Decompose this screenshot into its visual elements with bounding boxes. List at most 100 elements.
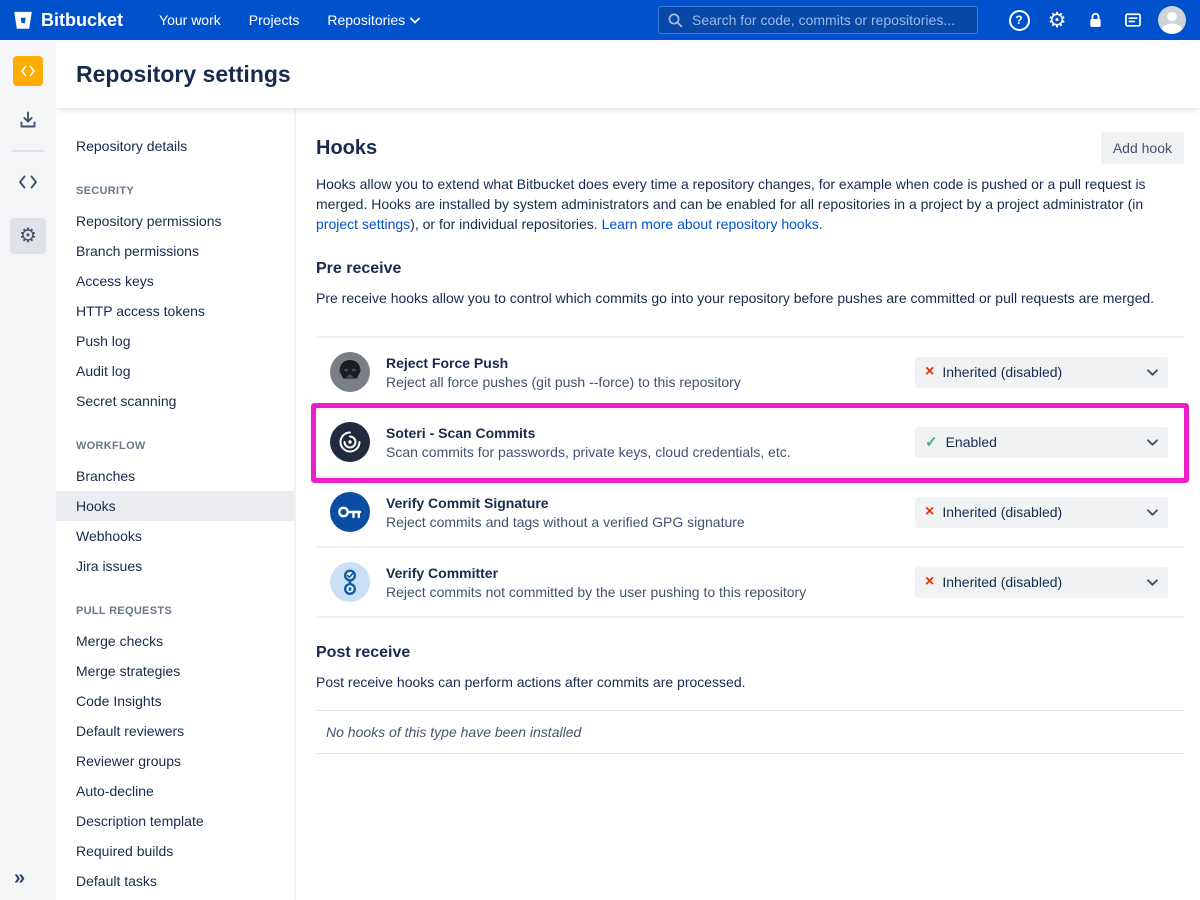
sidebar-item-branch-permissions[interactable]: Branch permissions: [56, 236, 294, 266]
bitbucket-mark-icon: [12, 8, 34, 32]
content-area: Repository details SECURITY Repository p…: [56, 108, 1200, 900]
pre-receive-hook-list: Reject Force Push Reject all force pushe…: [316, 336, 1184, 618]
status-label: Inherited (disabled): [942, 364, 1062, 380]
chevron-down-icon: [410, 17, 420, 24]
pre-receive-description: Pre receive hooks allow you to control w…: [316, 288, 1184, 308]
sidebar-item-secret-scanning[interactable]: Secret scanning: [56, 386, 294, 416]
status-select-verify-commit-signature[interactable]: × Inherited (disabled): [915, 497, 1168, 528]
hook-row-reject-force-push: Reject Force Push Reject all force pushe…: [316, 336, 1184, 408]
code-avatar-icon: [19, 62, 37, 80]
source-code-button[interactable]: [10, 164, 46, 200]
global-search[interactable]: [658, 6, 978, 34]
status-label: Inherited (disabled): [942, 504, 1062, 520]
disabled-x-icon: ×: [925, 574, 934, 590]
expand-sidebar-button[interactable]: »: [14, 868, 25, 888]
add-hook-button[interactable]: Add hook: [1101, 132, 1184, 164]
sidebar-item-repository-details[interactable]: Repository details: [56, 131, 294, 161]
sidebar-section-pull-requests: PULL REQUESTS: [56, 603, 294, 619]
gpg-key-icon: [330, 492, 370, 532]
enabled-check-icon: ✓: [925, 435, 938, 450]
nav-projects[interactable]: Projects: [249, 12, 300, 28]
status-select-verify-committer[interactable]: × Inherited (disabled): [915, 567, 1168, 598]
sidebar-item-reviewer-groups[interactable]: Reviewer groups: [56, 746, 294, 776]
hook-row-soteri-scan-commits: Soteri - Scan Commits Scan commits for p…: [316, 408, 1184, 478]
user-avatar[interactable]: [1158, 6, 1186, 34]
hook-row-verify-commit-signature: Verify Commit Signature Reject commits a…: [316, 478, 1184, 548]
top-navbar: Bitbucket Your work Projects Repositorie…: [0, 0, 1200, 40]
lock-icon: [1086, 10, 1105, 30]
hook-description: Reject all force pushes (git push --forc…: [386, 374, 741, 390]
sidebar-item-description-template[interactable]: Description template: [56, 806, 294, 836]
verify-committer-icon: [330, 562, 370, 602]
sidebar-item-http-access-tokens[interactable]: HTTP access tokens: [56, 296, 294, 326]
settings-side-nav: Repository details SECURITY Repository p…: [56, 108, 296, 900]
reject-force-push-icon: [330, 352, 370, 392]
repository-avatar[interactable]: [13, 56, 43, 86]
hooks-main-panel: Hooks Add hook Hooks allow you to extend…: [296, 108, 1200, 900]
page-header: Repository settings: [56, 40, 1200, 108]
sidebar-item-auto-decline[interactable]: Auto-decline: [56, 776, 294, 806]
status-select-soteri-scan-commits[interactable]: ✓ Enabled: [915, 427, 1168, 458]
avatar-person-icon: [1158, 6, 1186, 34]
search-input[interactable]: [690, 11, 969, 29]
sidebar-item-webhooks[interactable]: Webhooks: [56, 521, 294, 551]
soteri-logo-icon: [330, 422, 370, 462]
sidebar-item-required-builds[interactable]: Required builds: [56, 836, 294, 866]
status-label: Enabled: [946, 434, 997, 450]
feedback-icon: [1123, 11, 1143, 30]
hook-description: Scan commits for passwords, private keys…: [386, 444, 791, 460]
admin-settings-button[interactable]: ⚙: [1042, 5, 1072, 35]
hook-description: Reject commits not committed by the user…: [386, 584, 806, 600]
bitbucket-logo[interactable]: Bitbucket: [12, 8, 123, 32]
help-button[interactable]: ?: [1004, 5, 1034, 35]
hook-description: Reject commits and tags without a verifi…: [386, 514, 745, 530]
post-receive-heading: Post receive: [316, 644, 1184, 662]
sidebar-section-workflow: WORKFLOW: [56, 438, 294, 454]
hook-name: Verify Commit Signature: [386, 495, 745, 511]
repository-settings-button[interactable]: ⚙: [10, 218, 46, 254]
post-receive-empty-message: No hooks of this type have been installe…: [316, 710, 1184, 754]
status-label: Inherited (disabled): [942, 574, 1062, 590]
clone-button[interactable]: [10, 102, 46, 138]
project-settings-link[interactable]: project settings: [316, 216, 410, 232]
nav-repositories[interactable]: Repositories: [327, 12, 420, 28]
settings-gear-icon: ⚙: [19, 226, 37, 246]
sidebar-item-push-log[interactable]: Push log: [56, 326, 294, 356]
sidebar-item-merge-checks[interactable]: Merge checks: [56, 626, 294, 656]
page-title: Repository settings: [76, 61, 291, 88]
sidebar-item-repository-permissions[interactable]: Repository permissions: [56, 206, 294, 236]
disabled-x-icon: ×: [925, 364, 934, 380]
help-icon: ?: [1009, 10, 1030, 31]
pre-receive-heading: Pre receive: [316, 260, 1184, 278]
brand-name: Bitbucket: [41, 10, 123, 31]
sidebar-item-audit-log[interactable]: Audit log: [56, 356, 294, 386]
sidebar-item-access-keys[interactable]: Access keys: [56, 266, 294, 296]
sidebar-section-security: SECURITY: [56, 183, 294, 199]
sidebar-item-hooks[interactable]: Hooks: [56, 491, 294, 521]
hook-row-verify-committer: Verify Committer Reject commits not comm…: [316, 548, 1184, 618]
chevron-down-icon: [1147, 439, 1158, 446]
sidebar-item-jira-issues[interactable]: Jira issues: [56, 551, 294, 581]
navbar-menu: Your work Projects Repositories: [159, 12, 420, 28]
sidebar-item-branches[interactable]: Branches: [56, 461, 294, 491]
hook-name: Reject Force Push: [386, 355, 741, 371]
sidebar-item-default-tasks[interactable]: Default tasks: [56, 866, 294, 896]
clone-download-icon: [18, 110, 38, 130]
chevron-down-icon: [1147, 509, 1158, 516]
post-receive-description: Post receive hooks can perform actions a…: [316, 672, 1184, 692]
bitbucket-app: Bitbucket Your work Projects Repositorie…: [0, 0, 1200, 900]
sidebar-item-code-insights[interactable]: Code Insights: [56, 686, 294, 716]
admin-lock-button[interactable]: [1080, 5, 1110, 35]
hooks-heading: Hooks: [316, 137, 377, 160]
chevron-down-icon: [1147, 579, 1158, 586]
rail-divider: [12, 150, 44, 152]
feedback-button[interactable]: [1118, 5, 1148, 35]
source-code-icon: [18, 174, 38, 190]
sidebar-item-merge-strategies[interactable]: Merge strategies: [56, 656, 294, 686]
nav-your-work[interactable]: Your work: [159, 12, 221, 28]
sidebar-item-default-reviewers[interactable]: Default reviewers: [56, 716, 294, 746]
status-select-reject-force-push[interactable]: × Inherited (disabled): [915, 357, 1168, 388]
hook-name: Soteri - Scan Commits: [386, 425, 791, 441]
learn-more-link[interactable]: Learn more about repository hooks: [602, 216, 819, 232]
global-sidebar-rail: ⚙ »: [0, 40, 56, 900]
